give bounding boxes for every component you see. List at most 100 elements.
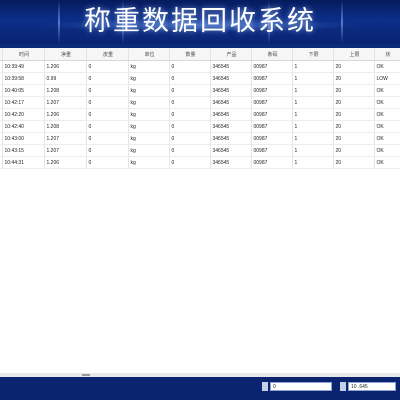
table-row[interactable]: 10:39:58 0.99 0 kg 0 346545 00987 1 20 LOW [0,72,400,85]
table-cell: 0 [169,156,211,169]
table-cell: 00987 [251,120,293,133]
table-cell: 0 [86,132,129,145]
table-cell: OK [374,60,400,73]
table-cell: 10:43:00 [2,132,45,145]
table-cell: 1 [292,84,334,97]
table-row[interactable]: 10:42:20 1.206 0 kg 0 346545 00987 1 20 OK [0,108,400,121]
table-cell: 0 [169,96,211,109]
table-cell: 346545 [210,144,252,157]
table-cell: 1 [292,96,334,109]
table-cell: 0 [86,96,129,109]
table-cell: 346545 [210,108,252,121]
table-cell: 0 [86,108,129,121]
table-row[interactable]: 10:43:15 1.207 0 kg 0 346545 00987 1 20 OK [0,144,400,157]
table-row[interactable]: 10:44:31 1.206 0 kg 0 346545 00987 1 20 OK [0,156,400,169]
table-row[interactable]: 10:42:17 1.207 0 kg 0 346545 00987 1 20 OK [0,96,400,109]
column-header[interactable]: 单位 [128,48,170,61]
table-cell: 20 [333,156,375,169]
table-row[interactable]: 10:42:40 1.208 0 kg 0 346545 00987 1 20 OK [0,120,400,133]
column-header[interactable]: 净重 [44,48,87,61]
scrollbar-thumb[interactable] [82,374,90,376]
table-cell: 1.208 [44,120,87,133]
weighing-table: 时间 净重 皮重 单位 数量 产品 条码 下限 上限状 10:39:49 1.206 0 kg 0 346… [0,48,400,169]
table-cell: 1 [292,108,334,121]
table-cell: kg [128,60,170,73]
table-row[interactable]: 10:43:00 1.207 0 kg 0 346545 00987 1 20 OK [0,132,400,145]
table-cell: 1 [292,156,334,169]
table-cell: 20 [333,108,375,121]
table-cell: 10:42:40 [2,120,45,133]
table-cell: kg [128,108,170,121]
table-cell: 0 [86,144,129,157]
table-cell: 1.206 [44,108,87,121]
table-cell: 1.208 [44,84,87,97]
table-cell: 0.99 [44,72,87,85]
app-title: 称重数据回收系统 [84,6,316,37]
title-banner: 称重数据回收系统 [0,0,400,44]
table-cell: kg [128,72,170,85]
table-cell: 346545 [210,96,252,109]
table-cell: 20 [333,72,375,85]
column-header[interactable]: 下限 [292,48,334,61]
table-cell: 1.207 [44,132,87,145]
table-cell: OK [374,96,400,109]
table-cell: 346545 [210,60,252,73]
table-cell: OK [374,156,400,169]
column-header[interactable]: 条码 [251,48,293,61]
table-cell: 20 [333,60,375,73]
table-cell: 10:43:15 [2,144,45,157]
table-cell: 0 [86,60,129,73]
table-cell: 346545 [210,72,252,85]
column-header[interactable]: 时间 [2,48,45,61]
table-cell: kg [128,132,170,145]
table-cell: 0 [169,60,211,73]
table-cell: 0 [169,132,211,145]
table-cell: 1 [292,132,334,145]
table-cell: 346545 [210,84,252,97]
table-cell: 0 [86,120,129,133]
table-header-row: 时间 净重 皮重 单位 数量 产品 条码 下限 上限状 [0,48,400,61]
table-cell: 10:39:58 [2,72,45,85]
column-header[interactable]: 数量 [169,48,211,61]
table-cell: 0 [169,144,211,157]
table-cell: 0 [86,72,129,85]
field1-marker [262,382,268,391]
column-header[interactable]: 状 [374,48,400,61]
table-row[interactable]: 10:40:05 1.208 0 kg 0 346545 00987 1 20 OK [0,84,400,97]
table-cell: 0 [169,84,211,97]
table-cell: OK [374,120,400,133]
table-cell: 10:40:05 [2,84,45,97]
table-cell: 10:39:49 [2,60,45,73]
table-cell: 20 [333,84,375,97]
table-cell: 0 [169,108,211,121]
table-cell: kg [128,84,170,97]
table-cell: 00987 [251,156,293,169]
table-cell: 0 [86,156,129,169]
table-cell: 20 [333,144,375,157]
table-cell: 20 [333,120,375,133]
table-cell: 1 [292,60,334,73]
table-cell: 00987 [251,132,293,145]
table-cell: kg [128,156,170,169]
table-cell: 20 [333,132,375,145]
column-header[interactable]: 产品 [210,48,252,61]
data-grid[interactable]: 时间 净重 皮重 单位 数量 产品 条码 下限 上限状 10:39:49 1.206 0 kg 0 346… [0,48,400,374]
column-header[interactable]: 上限 [333,48,375,61]
table-cell: kg [128,144,170,157]
table-cell: OK [374,144,400,157]
field2-marker [340,382,346,391]
table-cell: 346545 [210,120,252,133]
column-header[interactable]: 皮重 [86,48,129,61]
table-cell: OK [374,132,400,145]
table-cell: 20 [333,96,375,109]
table-row[interactable]: 10:39:49 1.206 0 kg 0 346545 00987 1 20 OK [0,60,400,73]
table-cell: 1 [292,120,334,133]
table-cell: 346545 [210,132,252,145]
table-cell: LOW [374,72,400,85]
field2-input[interactable]: 10 .645 [348,382,396,391]
table-cell: 346545 [210,156,252,169]
table-cell: 1.207 [44,144,87,157]
table-cell: 1 [292,72,334,85]
field1-input[interactable]: 0 [270,382,332,391]
table-cell: OK [374,84,400,97]
